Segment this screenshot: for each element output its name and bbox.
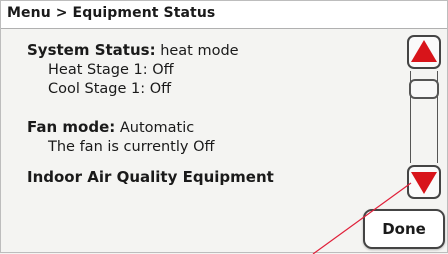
- scrollbar-thumb[interactable]: [409, 79, 439, 99]
- fan-mode-label: Fan mode:: [27, 118, 116, 136]
- fan-mode-line: Fan mode: Automatic: [27, 118, 387, 138]
- breadcrumb: Menu > Equipment Status: [1, 1, 447, 29]
- scroll-down-button[interactable]: [407, 165, 441, 199]
- fan-status: The fan is currently Off: [48, 139, 215, 155]
- equipment-status-content: System Status: heat mode Heat Stage 1: O…: [27, 41, 387, 187]
- cool-stage-status: Cool Stage 1: Off: [48, 81, 172, 97]
- heat-stage-status: Heat Stage 1: Off: [48, 62, 174, 78]
- done-button[interactable]: Done: [363, 209, 445, 249]
- system-status-label: System Status:: [27, 41, 156, 59]
- scroll-up-button[interactable]: [407, 35, 441, 69]
- system-status-line: System Status: heat mode: [27, 41, 387, 61]
- thermostat-screen: Menu > Equipment Status System Status: h…: [0, 0, 448, 254]
- red-up-triangle-icon: [411, 40, 437, 62]
- iaq-section-title: Indoor Air Quality Equipment: [27, 168, 274, 186]
- fan-mode-value: Automatic: [119, 120, 195, 136]
- red-down-triangle-icon: [411, 172, 437, 194]
- system-status-value: heat mode: [160, 43, 239, 59]
